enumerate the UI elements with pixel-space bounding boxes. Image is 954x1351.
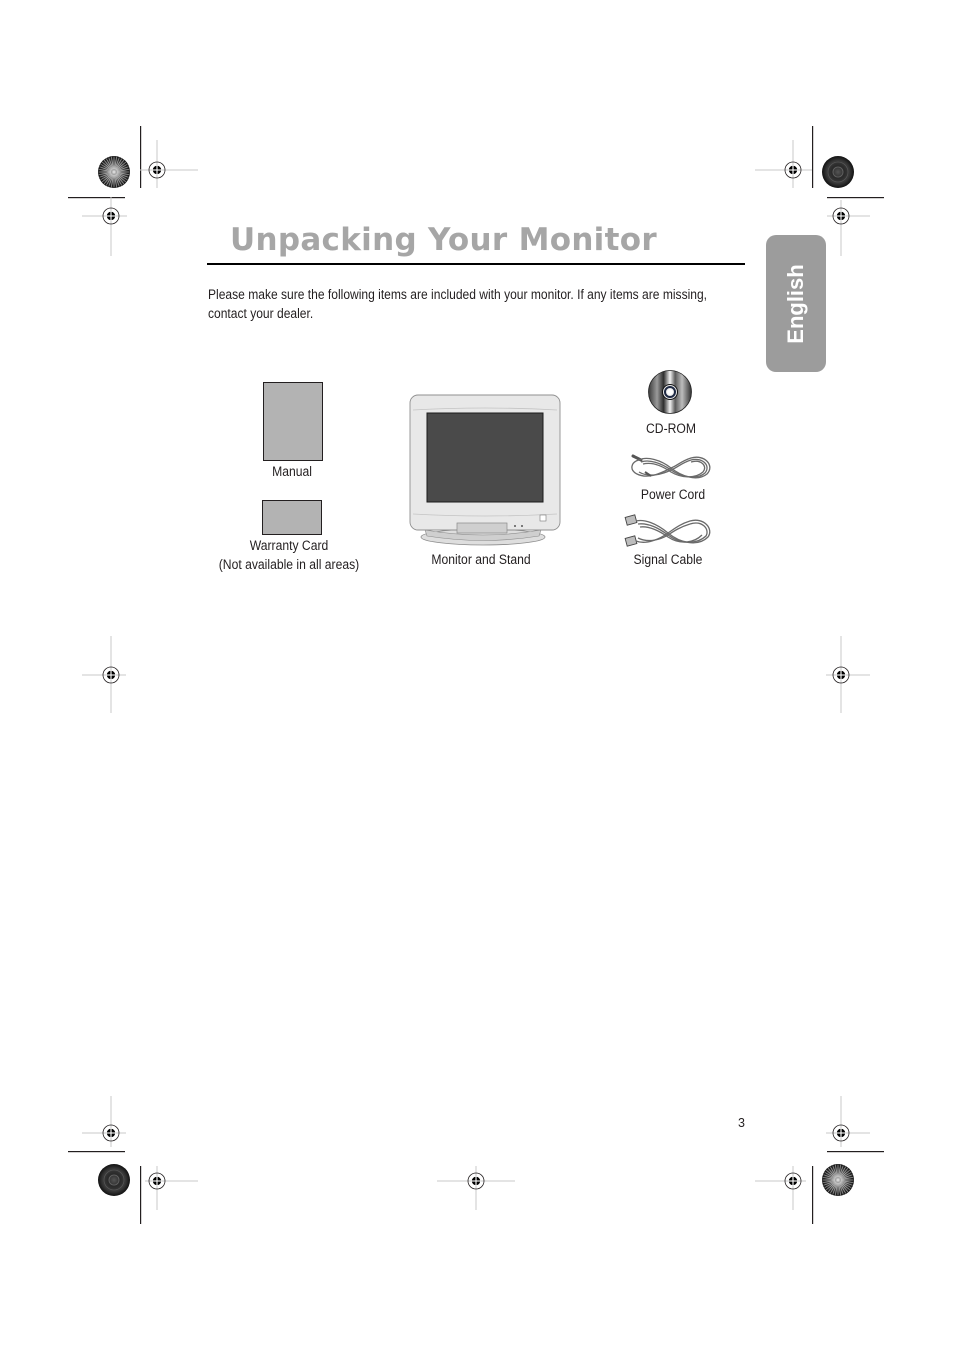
warranty-card-illustration bbox=[262, 500, 322, 535]
dark-registration-disc-icon bbox=[98, 1164, 130, 1196]
monitor-caption: Monitor and Stand bbox=[431, 552, 531, 567]
signal-cable-icon bbox=[624, 514, 711, 547]
cd-rom-caption: CD-ROM bbox=[646, 421, 696, 436]
starburst-registration-icon bbox=[822, 1164, 854, 1196]
manual-illustration bbox=[263, 382, 323, 461]
language-tab: English bbox=[766, 235, 826, 372]
crop-marks-middle bbox=[82, 636, 870, 713]
starburst-registration-icon bbox=[98, 156, 130, 188]
page-number: 3 bbox=[738, 1116, 745, 1130]
registration-marks-layer bbox=[68, 126, 884, 1224]
intro-paragraph: Please make sure the following items are… bbox=[208, 287, 708, 321]
title-underline bbox=[207, 263, 745, 265]
signal-cable-caption: Signal Cable bbox=[633, 552, 703, 567]
dark-registration-disc-icon bbox=[822, 156, 854, 188]
warranty-card-note: (Not available in all areas) bbox=[218, 557, 360, 572]
cd-rom-icon bbox=[648, 370, 692, 414]
crop-marks-top-left bbox=[68, 126, 198, 256]
crop-marks-bottom-center bbox=[437, 1166, 515, 1210]
power-cord-icon bbox=[631, 454, 711, 479]
page-title: Unpacking Your Monitor bbox=[230, 222, 657, 258]
manual-caption: Manual bbox=[272, 464, 312, 479]
power-cord-caption: Power Cord bbox=[640, 487, 706, 502]
crop-marks-bottom-right bbox=[755, 1096, 884, 1224]
crt-monitor-icon bbox=[409, 394, 561, 546]
crop-marks-bottom-left bbox=[68, 1096, 198, 1224]
language-tab-label: English bbox=[783, 263, 808, 344]
warranty-card-caption: Warranty Card bbox=[249, 538, 329, 553]
